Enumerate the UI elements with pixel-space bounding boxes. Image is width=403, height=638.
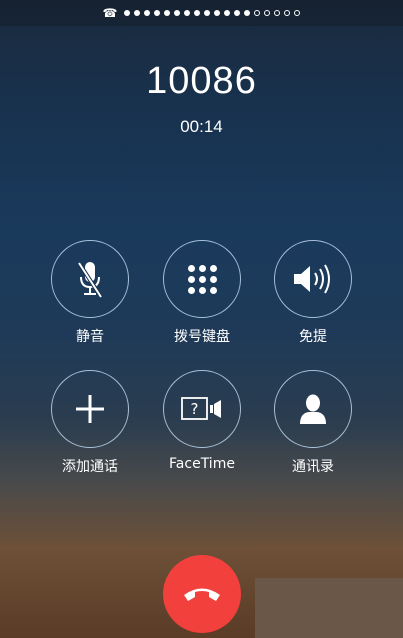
signal-dot-empty bbox=[294, 10, 301, 16]
facetime-button[interactable]: ? bbox=[163, 370, 241, 448]
speaker-icon bbox=[294, 264, 330, 294]
keypad-button[interactable] bbox=[163, 240, 241, 318]
signal-dot-filled bbox=[204, 10, 211, 16]
signal-dot-filled bbox=[244, 10, 251, 16]
background-patch bbox=[255, 578, 403, 638]
facetime-control[interactable]: ? FaceTime bbox=[147, 370, 257, 472]
facetime-question-mark: ? bbox=[191, 400, 199, 418]
mute-button[interactable] bbox=[51, 240, 129, 318]
signal-dot-empty bbox=[264, 10, 271, 16]
person-icon bbox=[300, 394, 326, 424]
facetime-label: FaceTime bbox=[169, 456, 235, 472]
keypad-control[interactable]: 拨号键盘 bbox=[147, 240, 257, 346]
signal-dot-empty bbox=[284, 10, 291, 16]
hang-up-icon bbox=[184, 588, 220, 601]
signal-dot-filled bbox=[234, 10, 241, 16]
microphone-muted-icon bbox=[77, 261, 103, 299]
signal-dot-filled bbox=[224, 10, 231, 16]
signal-dot-filled bbox=[134, 10, 141, 16]
phone-icon: ☎ bbox=[102, 6, 118, 20]
signal-dot-filled bbox=[164, 10, 171, 16]
signal-dot-filled bbox=[174, 10, 181, 16]
call-timer: 00:14 bbox=[180, 117, 223, 136]
signal-dot-filled bbox=[214, 10, 221, 16]
status-bar: ☎ bbox=[0, 0, 403, 26]
mute-control[interactable]: 静音 bbox=[35, 240, 145, 346]
keypad-icon bbox=[187, 264, 217, 294]
signal-dots bbox=[124, 10, 301, 16]
call-screen: ☎ 10086 00:14 静音 拨号键盘 免提 添加通话 ? FaceTime… bbox=[0, 0, 403, 638]
add-call-label: 添加通话 bbox=[62, 459, 118, 475]
add-call-control[interactable]: 添加通话 bbox=[35, 370, 145, 476]
contacts-label: 通讯录 bbox=[292, 459, 334, 475]
signal-dot-filled bbox=[194, 10, 201, 16]
caller-number: 10086 bbox=[146, 60, 257, 102]
signal-dot-filled bbox=[154, 10, 161, 16]
speaker-label: 免提 bbox=[299, 329, 327, 345]
signal-dot-filled bbox=[124, 10, 131, 16]
plus-icon bbox=[76, 395, 104, 423]
contacts-control[interactable]: 通讯录 bbox=[258, 370, 368, 476]
contacts-button[interactable] bbox=[274, 370, 352, 448]
facetime-question-icon: ? bbox=[181, 397, 221, 420]
end-call-button[interactable] bbox=[163, 555, 241, 633]
signal-dot-filled bbox=[184, 10, 191, 16]
signal-dot-filled bbox=[144, 10, 151, 16]
speaker-control[interactable]: 免提 bbox=[258, 240, 368, 346]
mute-label: 静音 bbox=[76, 329, 104, 345]
speaker-button[interactable] bbox=[274, 240, 352, 318]
signal-dot-empty bbox=[254, 10, 261, 16]
keypad-label: 拨号键盘 bbox=[174, 329, 230, 345]
signal-dot-empty bbox=[274, 10, 281, 16]
add-call-button[interactable] bbox=[51, 370, 129, 448]
